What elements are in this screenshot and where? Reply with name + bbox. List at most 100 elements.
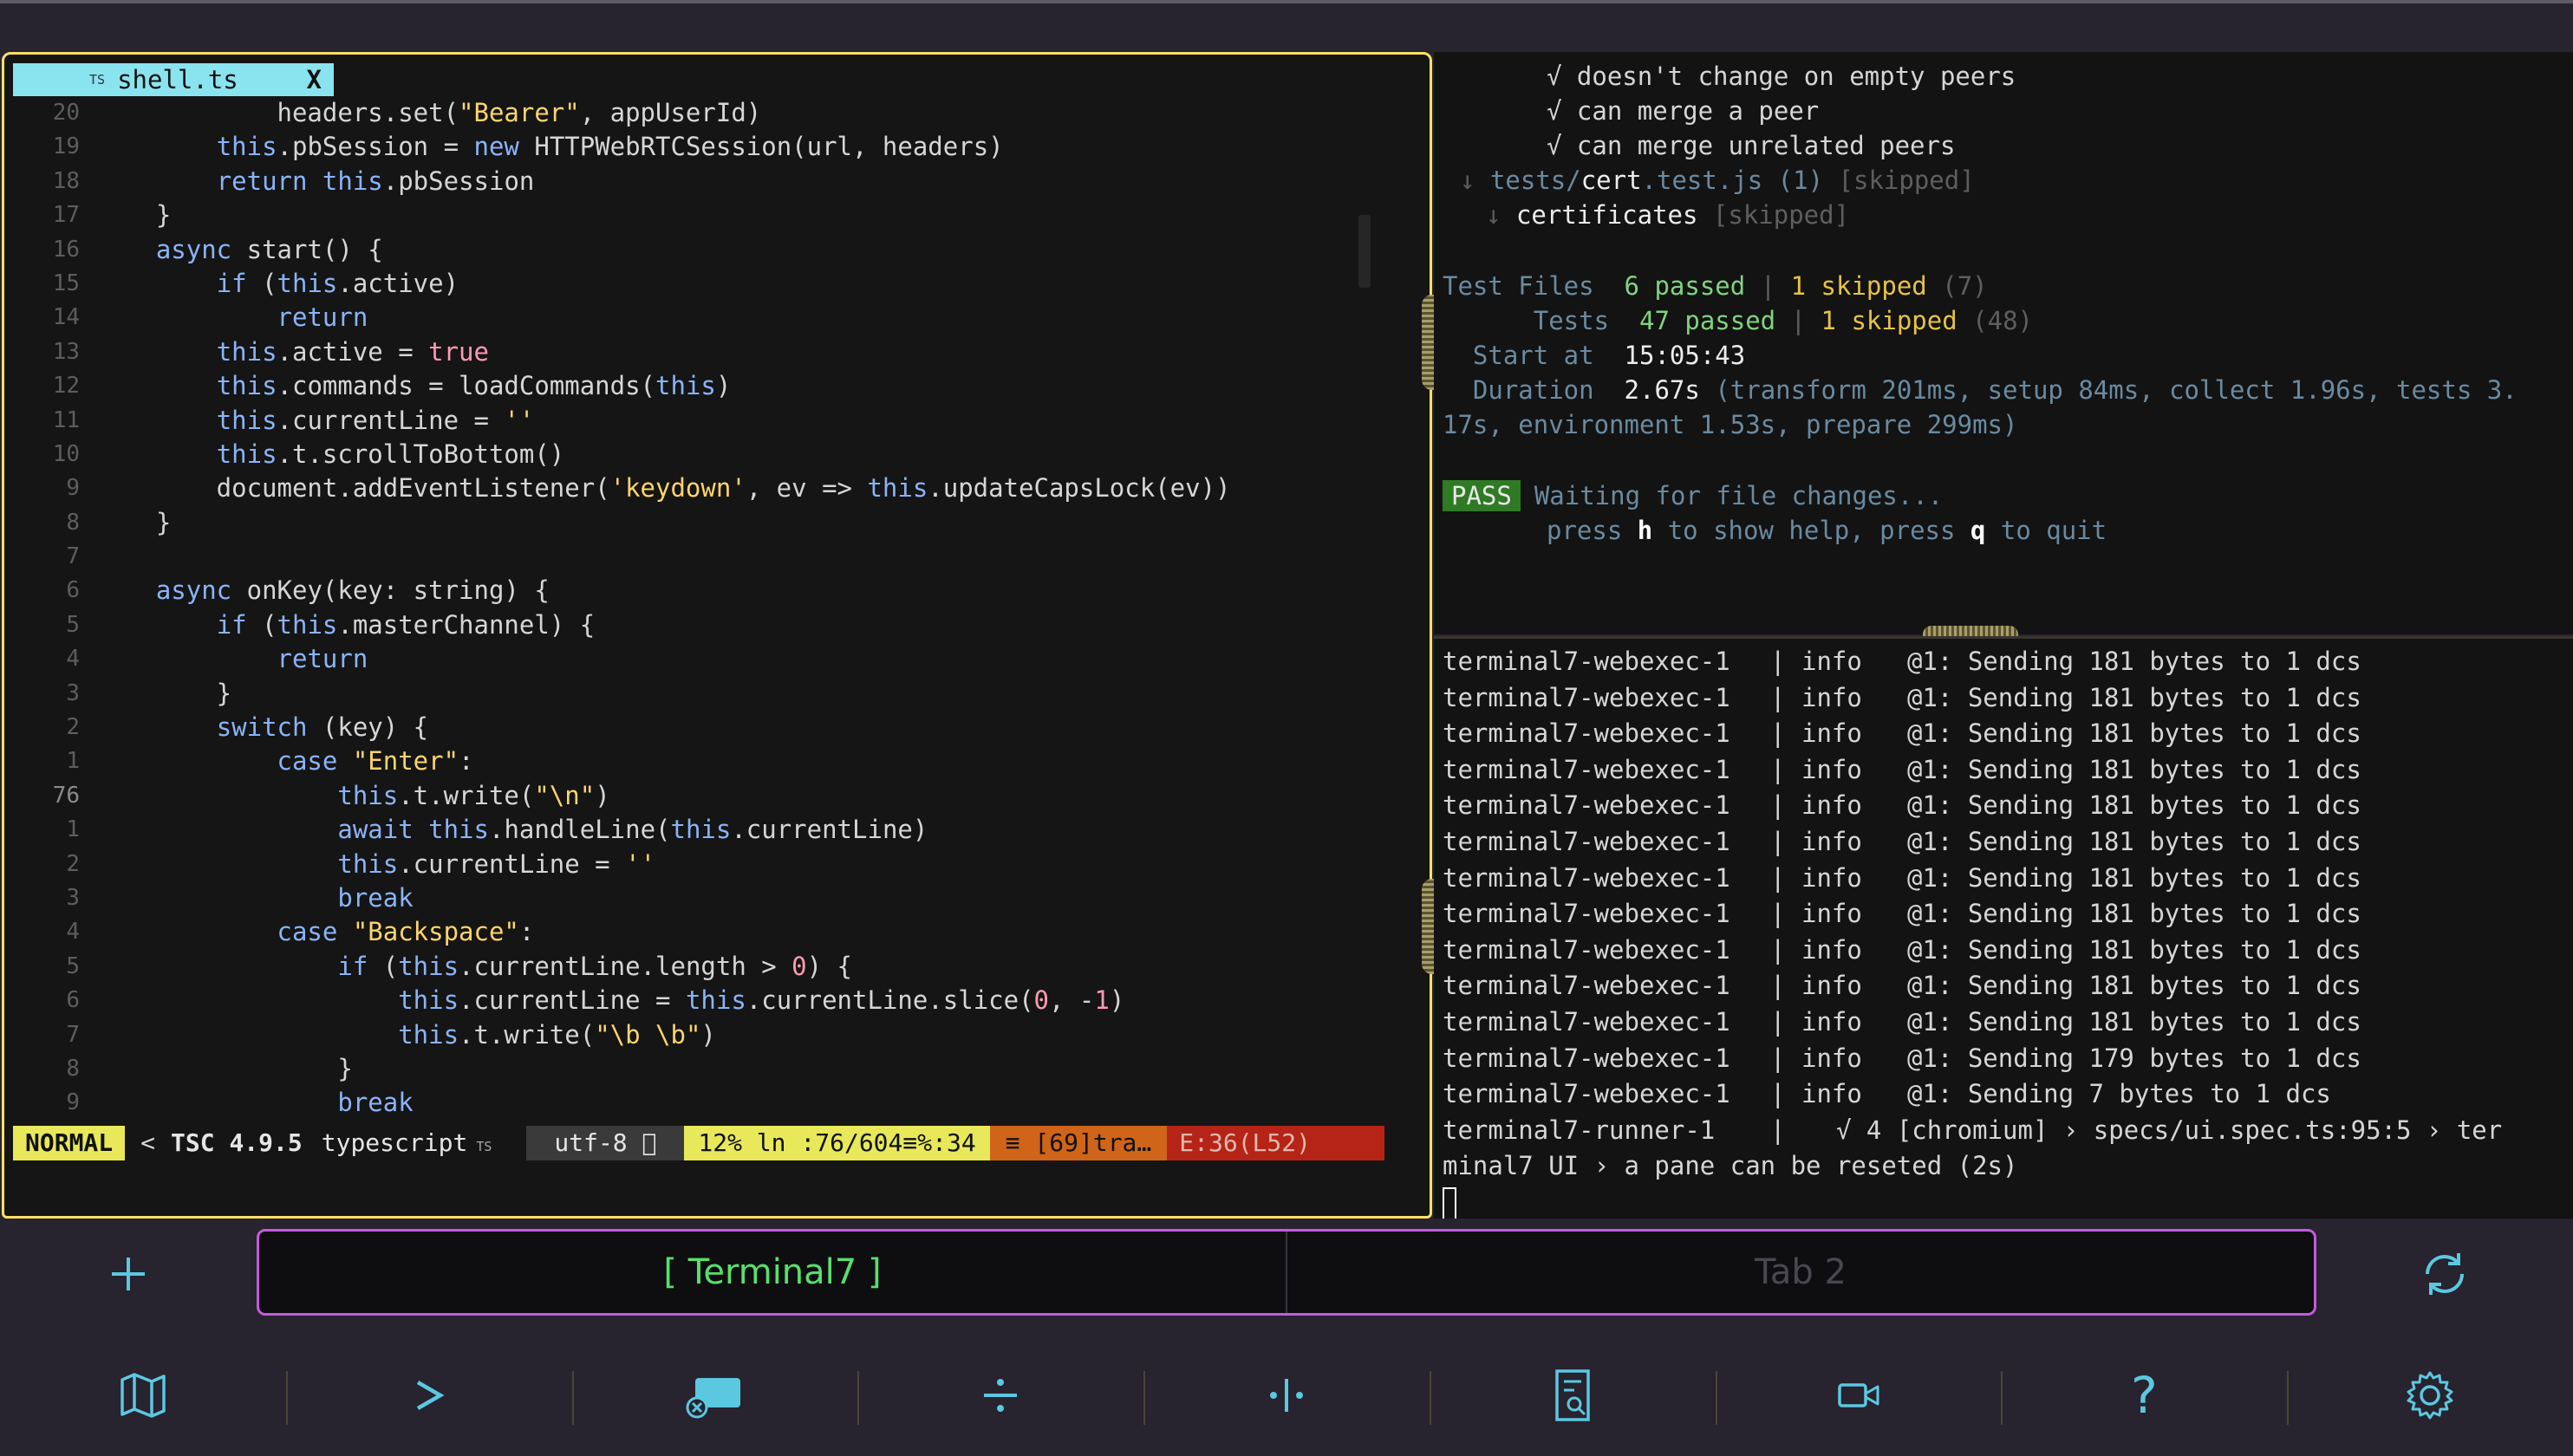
split-horizontal-button[interactable] (857, 1352, 1143, 1439)
line-number: 7 (66, 1021, 80, 1048)
log-separator: | (1770, 1007, 1786, 1037)
code-text: document.addEventListener('keydown', ev … (95, 473, 1231, 504)
editor-scrollbar[interactable] (1358, 215, 1371, 288)
code-line[interactable]: 3 } (4, 677, 1383, 711)
code-line[interactable]: 10 this.t.scrollToBottom() (4, 438, 1383, 471)
code-line[interactable]: 9 document.addEventListener('keydown', e… (4, 471, 1383, 505)
code-line[interactable]: 5 if (this.masterChannel) { (4, 608, 1383, 642)
video-button[interactable] (1715, 1352, 2002, 1439)
buffer-tab[interactable]: TS shell.ts X (13, 63, 334, 96)
code-line[interactable]: 6 async onKey(key: string) { (4, 574, 1383, 608)
code-line[interactable]: 19 this.pbSession = new HTTPWebRTCSessio… (4, 130, 1383, 164)
code-line[interactable]: 2 switch (key) { (4, 711, 1383, 744)
line-number: 4 (66, 919, 80, 946)
code-text: this.currentLine = this.currentLine.slic… (398, 985, 1125, 1016)
summary-sep: | (1760, 271, 1776, 301)
watch-help: press h to show help, press q to quit (1547, 513, 2107, 548)
code-line[interactable]: 13 this.active = true (4, 335, 1383, 369)
code-line[interactable]: 1 await this.handleLine(this.currentLine… (4, 813, 1383, 847)
log-message: @1: Sending 179 bytes to 1 dcs (1907, 1043, 2361, 1073)
code-line[interactable]: 15 if (this.active) (4, 267, 1383, 301)
disconnect-icon (686, 1378, 741, 1419)
code-line[interactable]: 2 this.currentLine = '' (4, 848, 1383, 881)
code-line[interactable]: 4 return (4, 642, 1383, 676)
duration-detail: (transform 201ms, setup 84ms, collect 1.… (1715, 375, 2518, 405)
log-level: info (1801, 790, 1862, 821)
log-line: terminal7-webexec-1 | info @1: Sending 181 … (1443, 716, 2361, 751)
log-separator: | (1770, 754, 1786, 784)
skipped-file-rest: .test.js (1) (1641, 166, 1824, 195)
log-line: terminal7-webexec-1 | info @1: Sending 181 … (1443, 968, 2361, 1003)
log-pane[interactable]: terminal7-webexec-1 | info @1: Sending 181 … (1434, 636, 2573, 1219)
code-line[interactable]: 17 } (4, 198, 1383, 232)
disconnect-button[interactable] (571, 1352, 858, 1439)
tsc-version: TSC 4.9.5 (171, 1128, 303, 1157)
terminal-cursor[interactable] (1443, 1185, 1456, 1219)
test-check: √ can merge unrelated peers (1547, 131, 1956, 160)
log-line: terminal7-webexec-1 | info @1: Sending 181 … (1443, 644, 2361, 679)
code-line[interactable]: 1 case "Enter": (4, 744, 1383, 778)
log-source: terminal7-webexec-1 (1443, 899, 1730, 929)
line-number: 1 (66, 748, 80, 775)
status-line: NORMAL < TSC 4.9.5 typescriptTS utf-8  … (13, 1126, 1384, 1160)
help-text: press (1547, 516, 1623, 545)
log-source: terminal7-webexec-1 (1443, 971, 1730, 1001)
line-number: 5 (66, 952, 80, 979)
log-level: info (1801, 682, 1862, 712)
refresh-button[interactable] (2410, 1239, 2479, 1309)
code-line[interactable]: 9 break (4, 1086, 1383, 1120)
code-line[interactable]: 16 async start() { (4, 233, 1383, 267)
tests-total: (48) (1972, 306, 2033, 335)
code-text: switch (key) { (216, 712, 429, 743)
log-button[interactable] (1429, 1352, 1716, 1439)
bottom-toolbar: ? (0, 1352, 2573, 1439)
map-button[interactable] (0, 1352, 286, 1439)
close-buffer-button[interactable]: X (307, 63, 322, 96)
summary-sep: | (1790, 306, 1807, 335)
code-line[interactable]: 11 this.currentLine = '' (4, 404, 1383, 438)
code-line[interactable]: 6 this.currentLine = this.currentLine.sl… (4, 984, 1383, 1017)
test-check: √ can merge a peer (1547, 96, 1820, 126)
prompt-button[interactable] (285, 1352, 572, 1439)
code-line[interactable]: 76 this.t.write("\n") (4, 779, 1383, 813)
add-tab-button[interactable] (94, 1239, 163, 1309)
editor-pane[interactable]: TS shell.ts X 20 headers.set("Bearer", a… (2, 52, 1432, 1219)
plus-icon (112, 1258, 145, 1290)
log-source: terminal7-runner-1 (1443, 1115, 1716, 1145)
log-message: @1: Sending 181 bytes to 1 dcs (1907, 971, 2361, 1001)
log-source: terminal7-webexec-1 (1443, 862, 1730, 893)
settings-button[interactable] (2287, 1352, 2573, 1439)
code-line[interactable]: 4 case "Backspace": (4, 915, 1383, 949)
tests-label: Tests (1533, 306, 1610, 335)
code-line[interactable]: 18 return this.pbSession (4, 165, 1383, 198)
filetype-label: typescript (321, 1128, 468, 1157)
code-line[interactable]: 20 headers.set("Bearer", appUserId) (4, 96, 1383, 130)
code-line[interactable]: 7 this.t.write("\b \b") (4, 1018, 1383, 1052)
code-area[interactable]: 20 headers.set("Bearer", appUserId) 19 th… (4, 96, 1383, 1128)
log-separator: | (1770, 971, 1786, 1001)
code-line[interactable]: 3 break (4, 881, 1383, 915)
status-separator: < (140, 1128, 156, 1157)
tab-2[interactable]: Tab 2 (1287, 1232, 2314, 1313)
line-number: 8 (66, 1055, 80, 1082)
video-icon (1837, 1383, 1879, 1407)
code-text: this.t.write("\n") (337, 780, 610, 810)
code-line[interactable]: 7 (4, 540, 1383, 574)
tab-terminal7[interactable]: [ Terminal7 ] (259, 1232, 1287, 1313)
split-vertical-button[interactable] (1143, 1352, 1430, 1439)
code-line[interactable]: 8 } (4, 1052, 1383, 1086)
test-runner-pane[interactable]: √ doesn't change on empty peers √ can me… (1434, 52, 2573, 634)
help-button[interactable]: ? (2001, 1352, 2287, 1439)
log-source: terminal7-webexec-1 (1443, 1079, 1730, 1109)
log-level: info (1801, 827, 1862, 856)
code-line[interactable]: 5 if (this.currentLine.length > 0) { (4, 950, 1383, 984)
log-source: terminal7-webexec-1 (1443, 682, 1730, 712)
mode-indicator: NORMAL (13, 1126, 126, 1160)
code-line[interactable]: 8 } (4, 506, 1383, 540)
code-text: this.pbSession = new HTTPWebRTCSession(u… (216, 132, 1004, 162)
line-number: 7 (66, 543, 80, 570)
log-level: info (1801, 934, 1862, 965)
line-number: 6 (66, 987, 80, 1014)
code-line[interactable]: 14 return (4, 301, 1383, 335)
code-line[interactable]: 12 this.commands = loadCommands(this) (4, 369, 1383, 403)
